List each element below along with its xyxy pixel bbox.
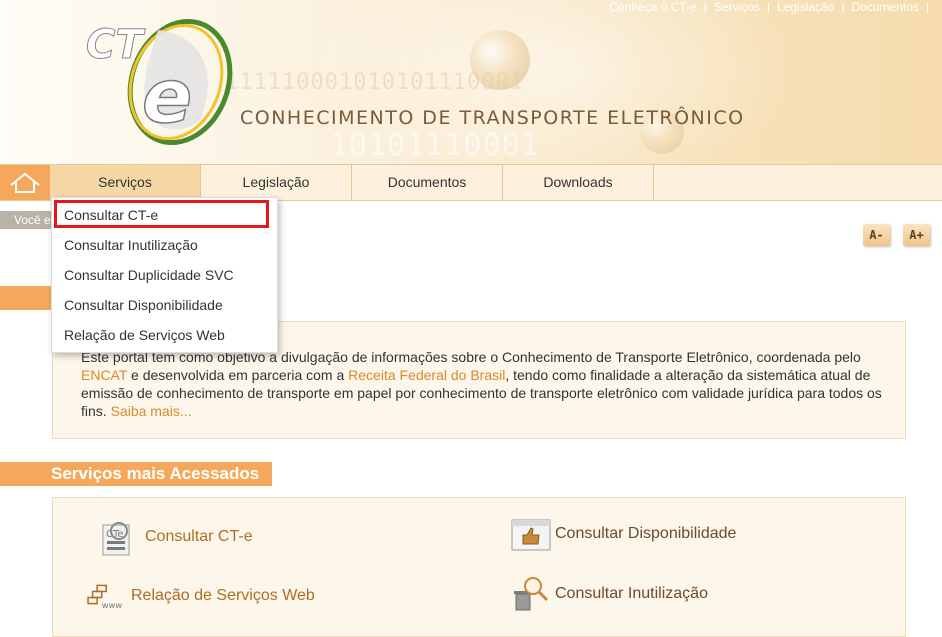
service-relacao-servicos-web[interactable]: www Relação de Serviços Web (85, 574, 315, 618)
home-icon (10, 172, 40, 193)
top-link-conheca[interactable]: Conheça o CT-e (609, 0, 696, 14)
service-consultar-inutilizacao[interactable]: Consultar Inutilização (509, 572, 708, 616)
font-decrease-button[interactable]: A- (863, 224, 890, 246)
home-button[interactable] (0, 165, 50, 200)
top-link-servicos[interactable]: Serviços (714, 0, 760, 14)
top-link-documentos[interactable]: Documentos (852, 0, 919, 14)
top-links: Conheça o CT-e | Serviços | Legislação | Docum… (609, 0, 936, 14)
menu-item-relacao-servicos-web[interactable]: Relação de Serviços Web (64, 327, 225, 343)
thumbs-up-window-icon (511, 519, 551, 551)
separator: | (766, 0, 770, 14)
menu-item-consultar-inutilizacao[interactable]: Consultar Inutilização (64, 237, 198, 253)
main-nav: Serviços Legislação Documentos Downloads (0, 164, 942, 201)
separator: | (841, 0, 845, 14)
banner-binary-text: 10101110001 (330, 128, 540, 163)
intro-text-part: e desenvolvida em parceria com a (127, 367, 349, 383)
trash-search-icon (514, 577, 549, 611)
font-increase-button[interactable]: A+ (903, 224, 930, 246)
web-services-icon: www (87, 584, 123, 610)
service-consultar-disponibilidade[interactable]: Consultar Disponibilidade (509, 512, 736, 556)
intro-text: Este portal tem como objetivo a divulgaç… (81, 348, 891, 420)
tab-servicos[interactable]: Serviços (50, 165, 201, 200)
servicos-dropdown-menu: Consultar CT-e Consultar Inutilização Co… (51, 197, 278, 353)
top-link-legislacao[interactable]: Legislação (777, 0, 834, 14)
tab-legislacao[interactable]: Legislação (201, 165, 352, 200)
header-title: CONHECIMENTO DE TRANSPORTE ELETRÔNICO (240, 107, 745, 129)
header-banner: 111110001010101110001 10101110001 CT e C… (0, 0, 942, 164)
service-label: Consultar Inutilização (555, 585, 708, 602)
service-label: Consultar Disponibilidade (555, 525, 737, 542)
services-box: CTe Consultar CT-e Consultar Disponibili… (52, 497, 906, 637)
svg-text:e: e (142, 54, 192, 140)
service-label: Relação de Serviços Web (131, 587, 315, 604)
receita-federal-link[interactable]: Receita Federal do Brasil (348, 367, 505, 383)
tab-downloads[interactable]: Downloads (503, 165, 654, 200)
encat-link[interactable]: ENCAT (81, 367, 127, 383)
menu-item-consultar-duplicidade-svc[interactable]: Consultar Duplicidade SVC (64, 267, 234, 283)
banner-binary-text: 111110001010101110001 (225, 70, 525, 95)
svg-text:CT: CT (86, 22, 145, 68)
menu-item-consultar-cte[interactable]: Consultar CT-e (64, 207, 158, 223)
cte-logo[interactable]: CT e (80, 10, 240, 150)
saiba-mais-link[interactable]: Saiba mais... (111, 403, 192, 419)
separator: | (703, 0, 707, 14)
document-search-icon: CTe (102, 522, 130, 556)
menu-item-consultar-disponibilidade[interactable]: Consultar Disponibilidade (64, 297, 223, 313)
tab-documentos[interactable]: Documentos (352, 165, 503, 200)
service-consultar-cte[interactable]: CTe Consultar CT-e (99, 515, 253, 559)
services-heading: Serviços mais Acessados (0, 462, 272, 486)
service-label: Consultar CT-e (145, 528, 253, 545)
separator: | (925, 0, 929, 14)
svg-text:www: www (102, 600, 123, 610)
